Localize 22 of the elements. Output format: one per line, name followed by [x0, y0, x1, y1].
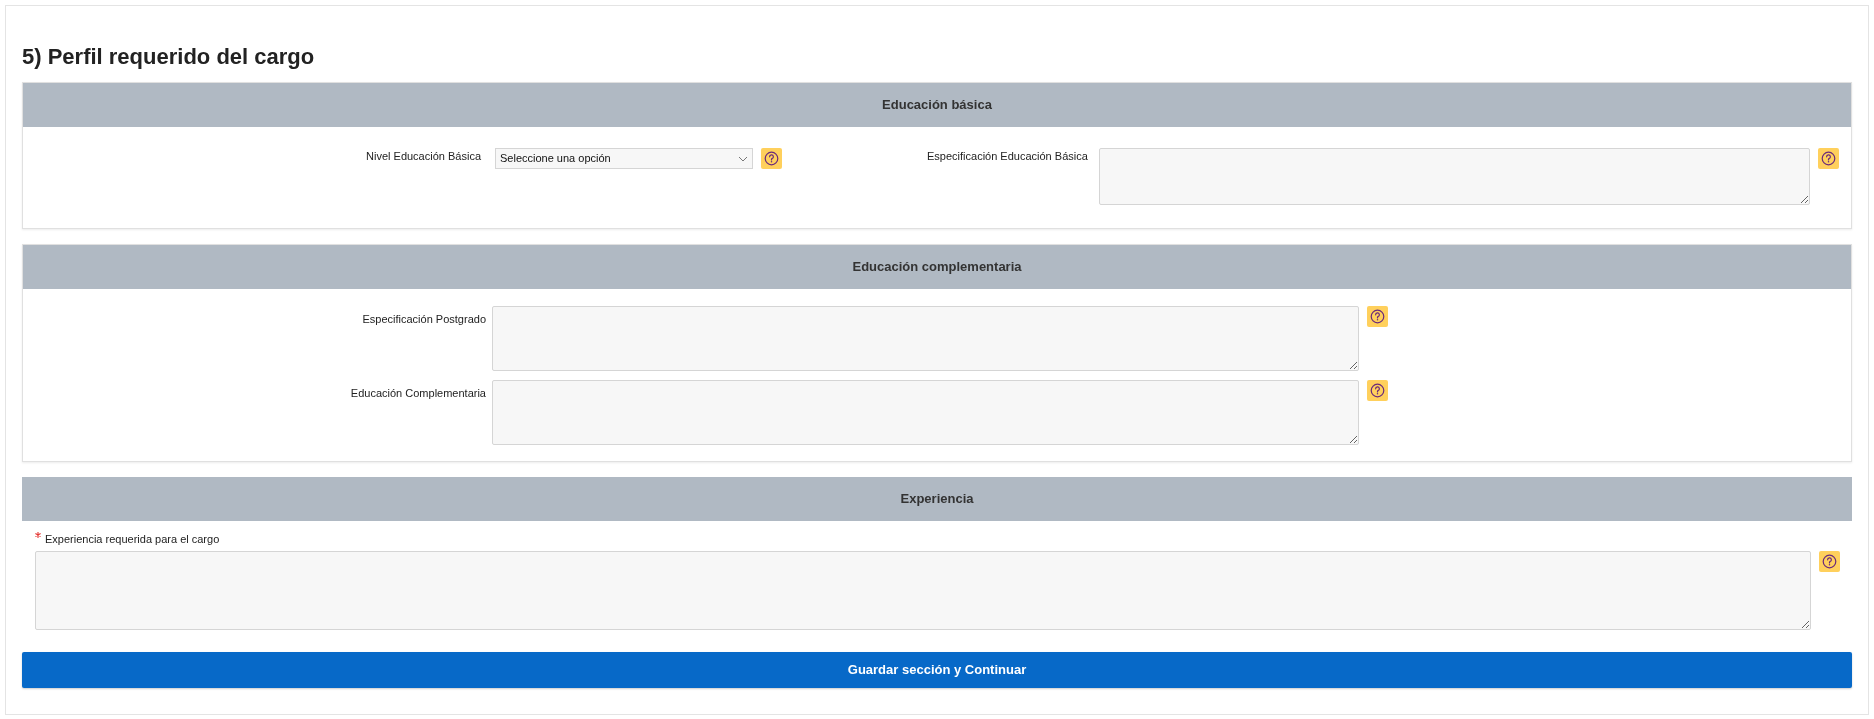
page-title: 5) Perfil requerido del cargo [22, 44, 316, 70]
field-label: Nivel Educación Básica [366, 149, 481, 164]
question-circle-icon [1822, 553, 1837, 569]
help-button[interactable] [761, 148, 782, 169]
help-button[interactable] [1818, 148, 1839, 169]
chevron-down-icon [738, 155, 748, 162]
select-field[interactable]: Seleccione una opción [495, 148, 753, 169]
field-label: Especificación Postgrado [362, 312, 486, 327]
help-button[interactable] [1367, 380, 1388, 401]
question-circle-icon [1821, 151, 1836, 166]
field-label: Especificación Educación Básica [927, 149, 1088, 164]
question-circle-icon [1370, 383, 1385, 398]
help-button[interactable] [1819, 550, 1840, 572]
section-title: Educación complementaria [852, 258, 1022, 277]
field-label: Educación Complementaria [350, 386, 486, 401]
section-title: Experiencia [900, 490, 974, 509]
save-continue-button[interactable]: Guardar sección y Continuar [22, 651, 1852, 688]
field-label: Experiencia requerida para el cargo [45, 532, 220, 547]
help-button[interactable] [1367, 306, 1388, 327]
question-circle-icon [1370, 309, 1385, 324]
question-circle-icon [764, 151, 779, 166]
section-title: Educación básica [882, 96, 992, 115]
